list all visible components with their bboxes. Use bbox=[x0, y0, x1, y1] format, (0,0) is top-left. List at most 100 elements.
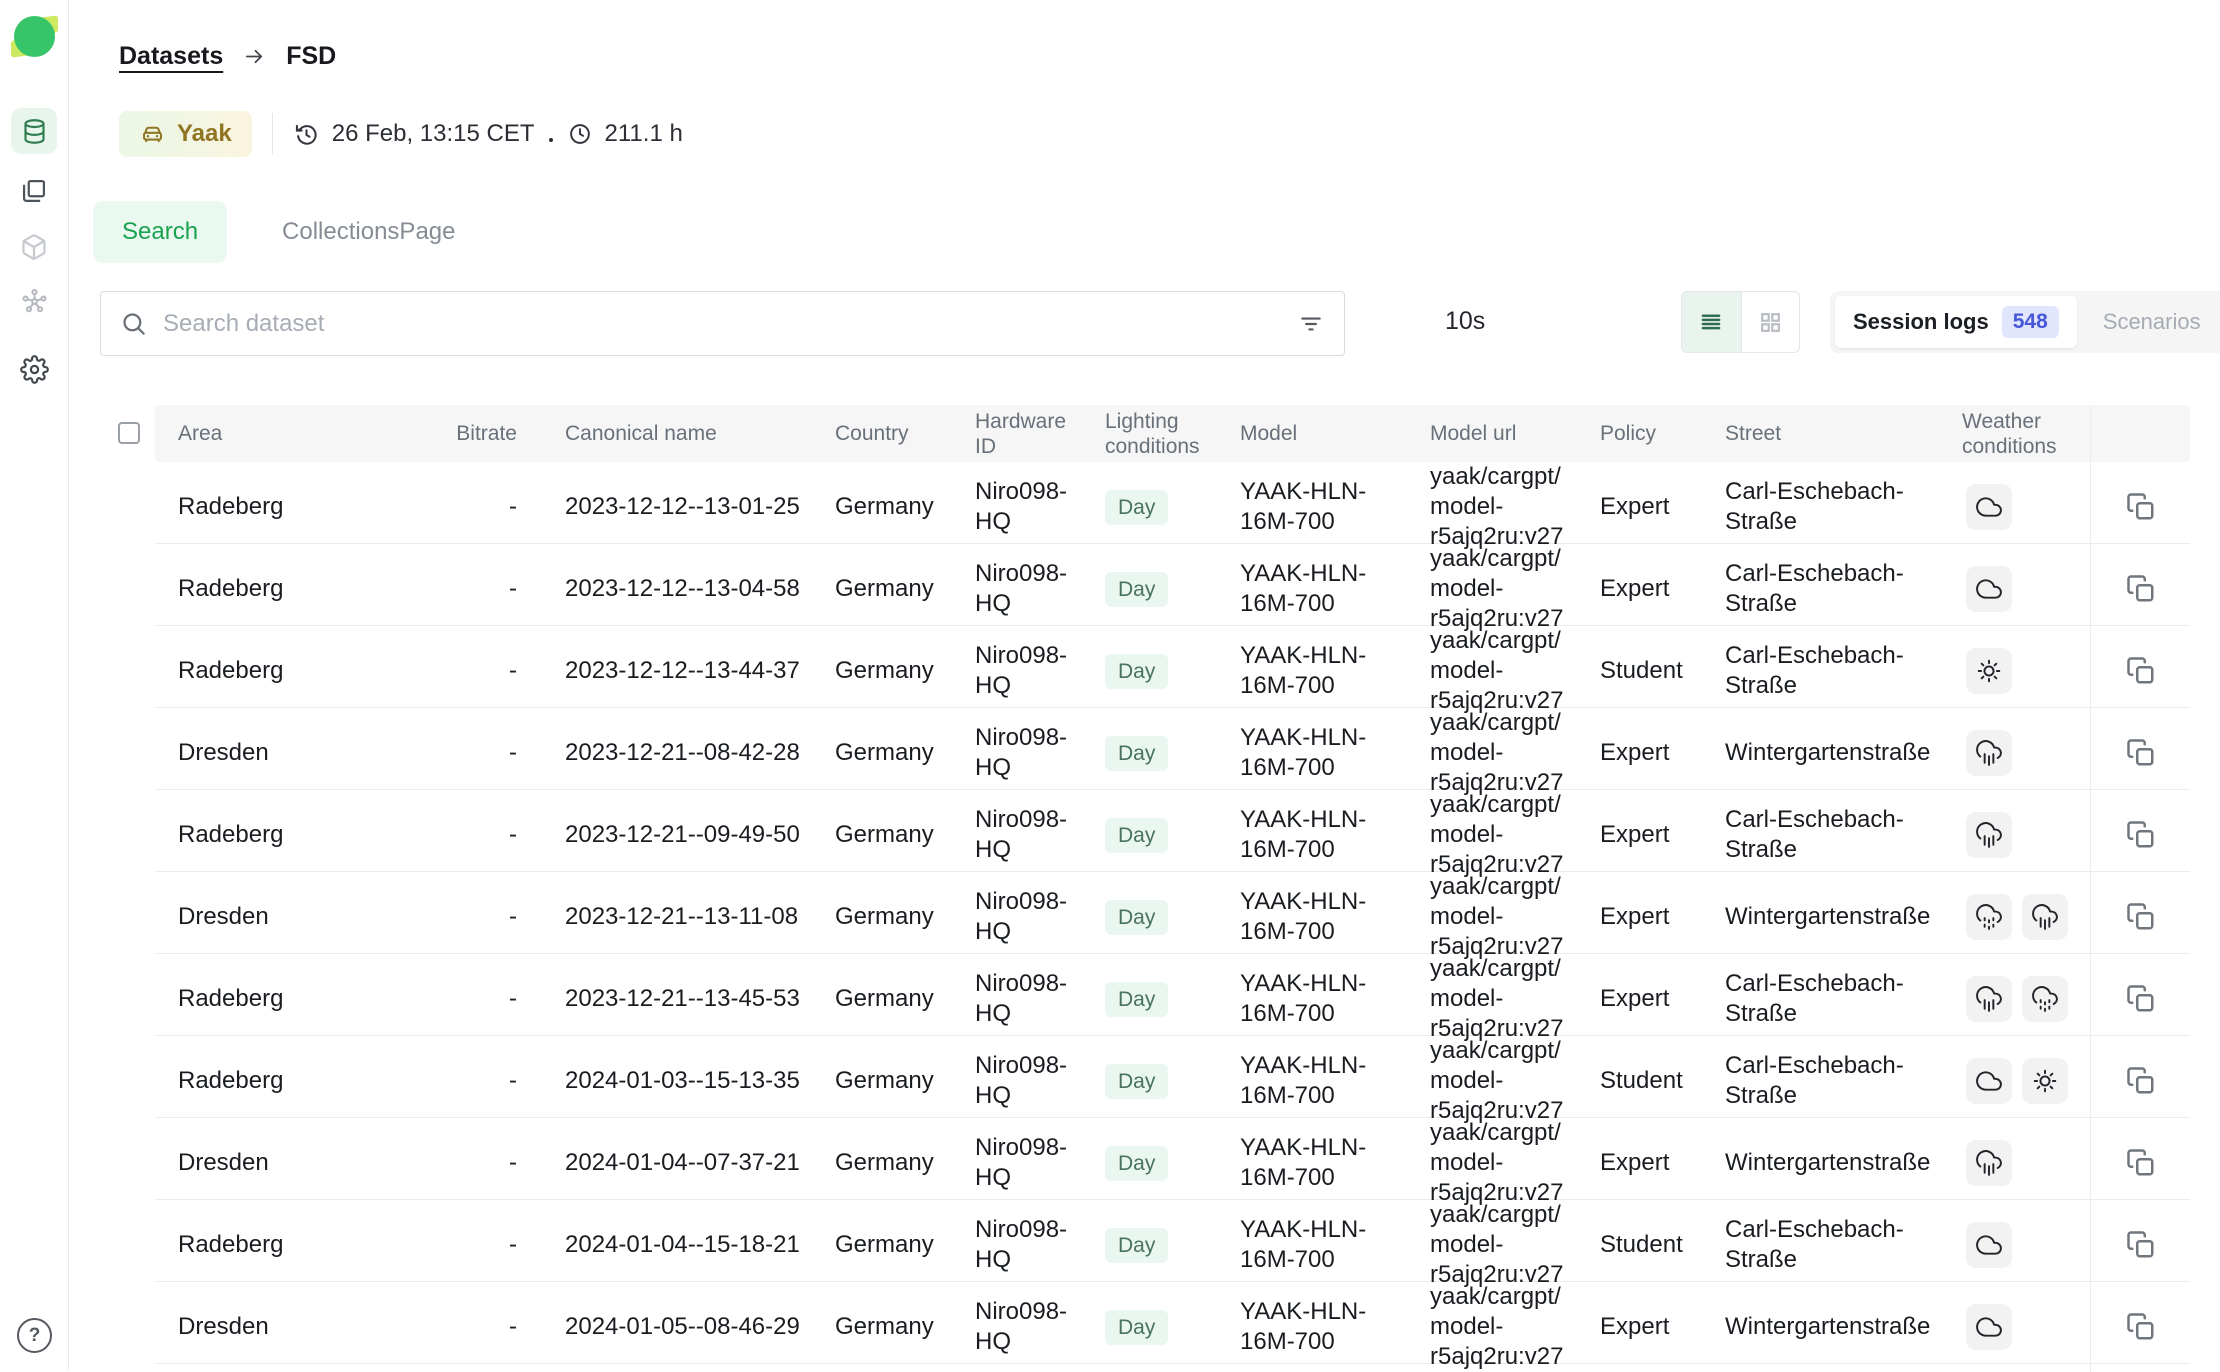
copy-icon[interactable] bbox=[2120, 650, 2162, 692]
session-header: Yaak 26 Feb, 13:15 CET 211.1 h bbox=[119, 111, 683, 157]
cell-weather bbox=[1962, 894, 2090, 940]
sidebar-item-datasets[interactable] bbox=[11, 108, 57, 154]
col-header-weather-conditions: Weather conditions bbox=[1962, 409, 2090, 459]
cell-model-url: yaak/​cargpt/​model-r5ajq2ru:v27 bbox=[1430, 954, 1600, 1044]
cell-model-url: yaak/​cargpt/​model-r5ajq2ru:v27 bbox=[1430, 790, 1600, 880]
cell-model: YAAK-HLN-16M-700 bbox=[1240, 1297, 1430, 1357]
cell-country: Germany bbox=[835, 1312, 975, 1342]
refresh-interval-label: 10s bbox=[1445, 307, 1485, 336]
sidebar-item-collections[interactable] bbox=[11, 168, 57, 214]
list-view-button[interactable] bbox=[1682, 292, 1741, 352]
grid-icon bbox=[1758, 310, 1783, 335]
col-header-policy: Policy bbox=[1600, 421, 1725, 446]
day-badge: Day bbox=[1105, 1064, 1168, 1099]
day-badge: Day bbox=[1105, 572, 1168, 607]
grid-view-button[interactable] bbox=[1741, 292, 1800, 352]
table-row[interactable]: Radeberg - 2023-12-21--09-49-50 Germany … bbox=[155, 790, 2190, 872]
copy-icon[interactable] bbox=[2120, 1224, 2162, 1266]
table-row[interactable]: Dresden - 2023-12-21--08-42-28 Germany N… bbox=[155, 708, 2190, 790]
recorded-at: 26 Feb, 13:15 CET bbox=[332, 120, 535, 148]
day-badge: Day bbox=[1105, 490, 1168, 525]
log-type-segmented-control: Session logs 548 Scenarios bbox=[1830, 291, 2220, 353]
table-row[interactable]: Radeberg - 2023-12-12--13-44-37 Germany … bbox=[155, 626, 2190, 708]
cell-model-url: yaak/​cargpt/​model-r5ajq2ru:v27 bbox=[1430, 1200, 1600, 1290]
table-row[interactable]: Radeberg - 2024-01-04--15-18-21 Germany … bbox=[155, 1200, 2190, 1282]
help-button[interactable]: ? bbox=[17, 1318, 52, 1353]
cell-bitrate: - bbox=[455, 820, 525, 850]
cell-street: Carl-Eschebach-Straße bbox=[1725, 477, 1962, 537]
cell-model-url: yaak/​cargpt/​model-r5ajq2ru:v27 bbox=[1430, 462, 1600, 552]
table-body: Radeberg - 2023-12-12--13-01-25 Germany … bbox=[155, 462, 2190, 1364]
tab-search[interactable]: Search bbox=[93, 201, 227, 263]
main-content: Datasets FSD Yaak 26 Feb, 13:15 CET 211.… bbox=[69, 0, 2220, 1370]
cell-actions bbox=[2090, 872, 2190, 962]
cell-hardware-id: Niro098-HQ bbox=[975, 805, 1105, 865]
cell-weather bbox=[1962, 730, 2090, 776]
sidebar-item-pipelines[interactable] bbox=[11, 278, 57, 324]
copy-icon[interactable] bbox=[2120, 814, 2162, 856]
cell-policy: Expert bbox=[1600, 738, 1725, 768]
col-header-model: Model bbox=[1240, 421, 1430, 446]
cell-canonical-name: 2023-12-21--08-42-28 bbox=[525, 738, 835, 768]
cell-bitrate: - bbox=[455, 492, 525, 522]
tab-collectionspage[interactable]: CollectionsPage bbox=[253, 201, 484, 263]
cell-lighting: Day bbox=[1105, 1064, 1240, 1099]
cell-street: Carl-Eschebach-Straße bbox=[1725, 969, 1962, 1029]
sidebar: ? bbox=[0, 0, 69, 1370]
copy-icon[interactable] bbox=[2120, 568, 2162, 610]
copy-icon[interactable] bbox=[2120, 1306, 2162, 1348]
day-badge: Day bbox=[1105, 1228, 1168, 1263]
sidebar-item-models[interactable] bbox=[11, 224, 57, 270]
app-logo[interactable] bbox=[10, 12, 60, 62]
cell-canonical-name: 2024-01-04--07-37-21 bbox=[525, 1148, 835, 1178]
copy-icon[interactable] bbox=[2120, 1142, 2162, 1184]
cell-street: Carl-Eschebach-Straße bbox=[1725, 559, 1962, 619]
col-header-model-url: Model url bbox=[1430, 421, 1600, 446]
session-logs-segment[interactable]: Session logs 548 bbox=[1835, 296, 2077, 348]
cloud-icon bbox=[1966, 484, 2012, 530]
cell-bitrate: - bbox=[455, 1148, 525, 1178]
sun-icon bbox=[2022, 1058, 2068, 1104]
search-input[interactable] bbox=[163, 310, 1298, 338]
copy-icon[interactable] bbox=[2120, 732, 2162, 774]
cell-lighting: Day bbox=[1105, 490, 1240, 525]
rain-icon bbox=[1966, 812, 2012, 858]
cloud-icon bbox=[1966, 1222, 2012, 1268]
cell-area: Radeberg bbox=[155, 574, 455, 604]
cell-canonical-name: 2023-12-12--13-01-25 bbox=[525, 492, 835, 522]
cell-policy: Expert bbox=[1600, 492, 1725, 522]
cell-area: Dresden bbox=[155, 902, 455, 932]
col-header-bitrate: Bitrate bbox=[455, 421, 525, 446]
search-box bbox=[100, 291, 1345, 356]
cell-lighting: Day bbox=[1105, 654, 1240, 689]
collections-icon bbox=[20, 177, 48, 205]
copy-icon[interactable] bbox=[2120, 896, 2162, 938]
copy-icon[interactable] bbox=[2120, 486, 2162, 528]
tabs: Search CollectionsPage bbox=[93, 201, 484, 263]
drizzle-icon bbox=[1966, 894, 2012, 940]
copy-icon[interactable] bbox=[2120, 978, 2162, 1020]
copy-icon[interactable] bbox=[2120, 1060, 2162, 1102]
cell-country: Germany bbox=[835, 656, 975, 686]
view-toggle bbox=[1681, 291, 1800, 353]
cell-model: YAAK-HLN-16M-700 bbox=[1240, 723, 1430, 783]
cell-policy: Expert bbox=[1600, 820, 1725, 850]
table-row[interactable]: Dresden - 2023-12-21--13-11-08 Germany N… bbox=[155, 872, 2190, 954]
col-header-area: Area bbox=[155, 421, 455, 446]
filter-icon[interactable] bbox=[1298, 311, 1324, 337]
scenarios-segment[interactable]: Scenarios bbox=[2077, 296, 2220, 348]
table-row[interactable]: Dresden - 2024-01-05--08-46-29 Germany N… bbox=[155, 1282, 2190, 1364]
col-header-canonical-name: Canonical name bbox=[525, 421, 835, 446]
cell-canonical-name: 2023-12-12--13-44-37 bbox=[525, 656, 835, 686]
sidebar-item-settings[interactable] bbox=[11, 346, 57, 392]
cell-lighting: Day bbox=[1105, 818, 1240, 853]
table-row[interactable]: Radeberg - 2024-01-03--15-13-35 Germany … bbox=[155, 1036, 2190, 1118]
table-row[interactable]: Radeberg - 2023-12-12--13-01-25 Germany … bbox=[155, 462, 2190, 544]
breadcrumb-datasets-link[interactable]: Datasets bbox=[119, 42, 223, 71]
select-all-checkbox[interactable] bbox=[118, 422, 140, 444]
cell-lighting: Day bbox=[1105, 1146, 1240, 1181]
table-row[interactable]: Radeberg - 2023-12-12--13-04-58 Germany … bbox=[155, 544, 2190, 626]
cell-street: Wintergartenstraße bbox=[1725, 1312, 1962, 1342]
table-row[interactable]: Dresden - 2024-01-04--07-37-21 Germany N… bbox=[155, 1118, 2190, 1200]
table-row[interactable]: Radeberg - 2023-12-21--13-45-53 Germany … bbox=[155, 954, 2190, 1036]
